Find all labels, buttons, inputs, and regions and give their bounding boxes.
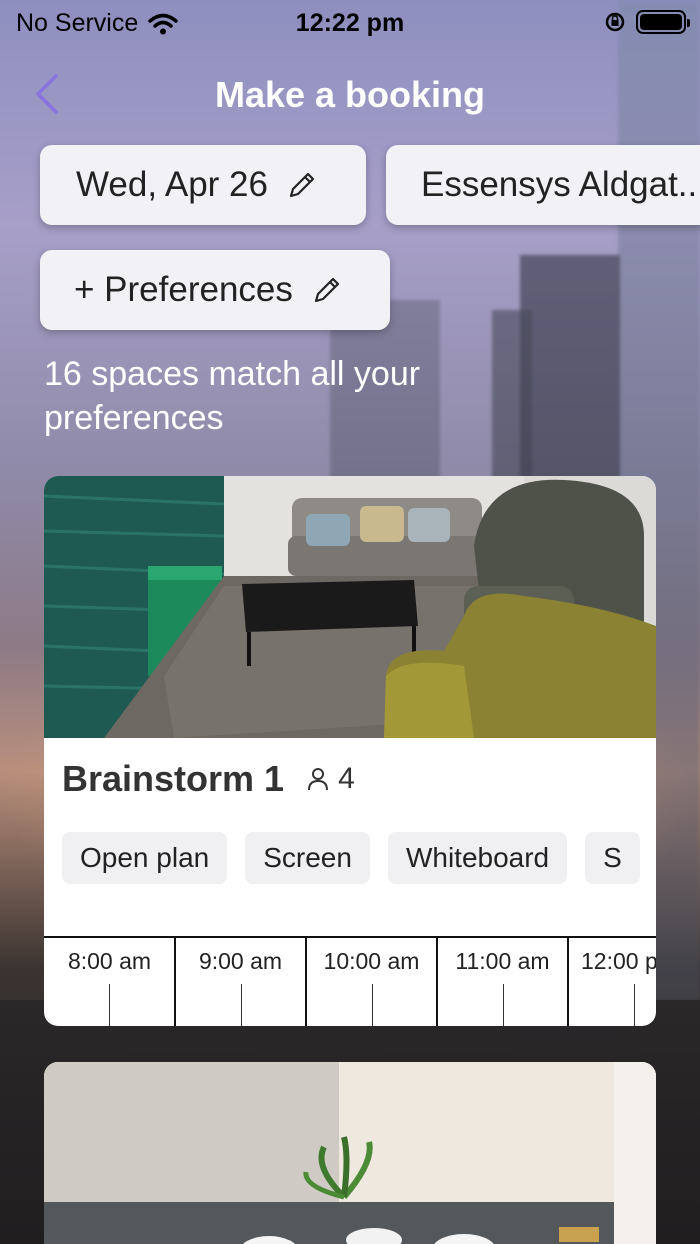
preferences-filter-label: + Preferences xyxy=(74,270,293,309)
battery-icon xyxy=(636,10,690,34)
time-label: 8:00 am xyxy=(67,948,152,974)
date-filter-button[interactable]: Wed, Apr 26 xyxy=(40,145,366,225)
time-slot[interactable]: 8:00 am xyxy=(44,938,175,1026)
time-label: 11:00 am xyxy=(455,948,550,974)
capacity-value: 4 xyxy=(338,762,355,795)
person-icon xyxy=(308,768,329,791)
time-slot[interactable]: 11:00 am xyxy=(436,938,567,1026)
tag-screen: Screen xyxy=(245,832,370,884)
time-label: 12:00 p xyxy=(581,948,656,974)
location-filter-label: Essensys Aldgat... xyxy=(421,165,700,204)
status-bar: No Service 12:22 pm xyxy=(0,0,700,46)
tag-truncated: S xyxy=(585,832,640,884)
time-slot[interactable]: 10:00 am xyxy=(305,938,436,1026)
tag-open-plan: Open plan xyxy=(62,832,228,884)
status-time: 12:22 pm xyxy=(295,9,405,37)
time-label: 10:00 am xyxy=(323,948,420,974)
match-count-text: 16 spaces match all your preferences xyxy=(44,355,421,437)
preferences-filter-button[interactable]: + Preferences xyxy=(40,250,390,330)
time-slot[interactable]: 12:00 p xyxy=(567,938,656,1026)
availability-timeline[interactable]: 8:00 am 9:00 am 10:00 am 11:00 am 12:00 … xyxy=(44,936,656,1026)
space-photo xyxy=(44,1062,656,1244)
capacity: 4 xyxy=(306,762,355,796)
amenity-tags: Open plan Screen Whiteboard S xyxy=(62,832,640,884)
pencil-icon xyxy=(289,172,315,198)
pencil-icon xyxy=(314,277,339,303)
nav-bar: Make a booking xyxy=(0,60,700,126)
date-filter-label: Wed, Apr 26 xyxy=(76,165,268,204)
orientation-lock-icon xyxy=(605,12,625,32)
time-label: 9:00 am xyxy=(198,948,283,974)
location-filter-button[interactable]: Essensys Aldgat... xyxy=(386,145,700,225)
page-title: Make a booking xyxy=(214,74,486,115)
tag-whiteboard: Whiteboard xyxy=(387,832,568,884)
time-slot[interactable]: 9:00 am xyxy=(174,938,305,1026)
space-card[interactable] xyxy=(44,1062,656,1244)
space-name: Brainstorm 1 xyxy=(62,758,285,799)
space-card[interactable]: Brainstorm 1 4 Open plan Screen Whiteboa… xyxy=(44,476,656,1026)
space-photo xyxy=(44,476,656,738)
